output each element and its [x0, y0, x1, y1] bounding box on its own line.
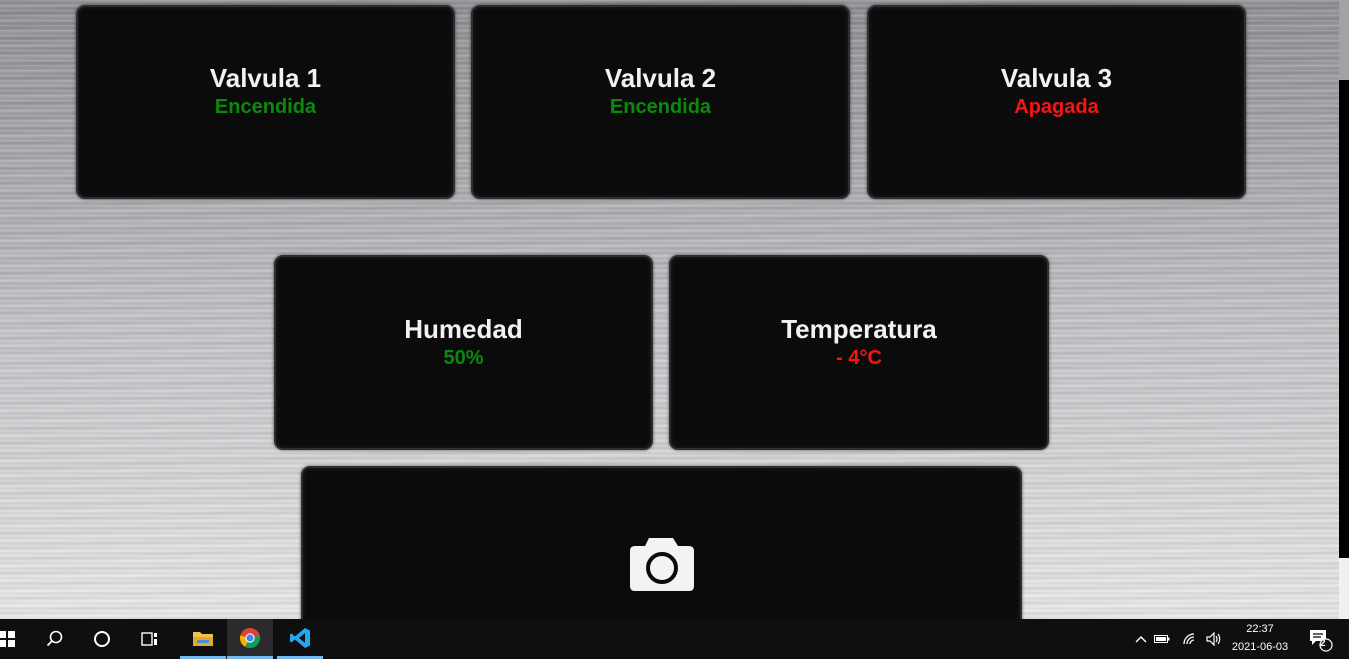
valve-2-title: Valvula 2 — [604, 63, 717, 93]
battery-icon[interactable] — [1150, 619, 1174, 659]
cortana-icon[interactable] — [79, 619, 125, 659]
file-explorer-icon[interactable] — [180, 619, 226, 659]
temperature-title: Temperatura — [781, 313, 937, 344]
valve-1-status: Encendida — [214, 96, 317, 118]
volume-icon[interactable] — [1202, 619, 1226, 659]
camera-icon[interactable] — [629, 534, 695, 596]
valve-2-status: Encendida — [609, 96, 712, 118]
valve-3-title: Valvula 3 — [1000, 63, 1113, 93]
clock-date[interactable]: 2021-06-03 — [1228, 641, 1292, 653]
clock-time[interactable]: 22:37 — [1228, 623, 1292, 635]
windows-start-icon[interactable] — [0, 619, 30, 659]
wifi-icon[interactable] — [1178, 619, 1202, 659]
humidity-title: Humedad — [404, 313, 523, 344]
camera-card[interactable] — [301, 466, 1022, 636]
notification-count: 2 — [1320, 638, 1326, 649]
temperature-value: - 4°C — [836, 346, 882, 369]
scrollbar-thumb[interactable] — [1339, 80, 1349, 558]
valve-1-title: Valvula 1 — [209, 63, 322, 93]
valve-3-card[interactable]: Valvula 3 Apagada — [867, 5, 1246, 199]
valve-2-card[interactable]: Valvula 2 Encendida — [471, 5, 850, 199]
humidity-value: 50% — [443, 346, 484, 369]
taskbar: 22:37 2021-06-03 2 — [0, 619, 1349, 659]
task-view-icon[interactable] — [127, 619, 173, 659]
scrollbar-track-top — [1339, 0, 1349, 80]
search-icon[interactable] — [32, 619, 78, 659]
valve-3-status: Apagada — [1014, 96, 1099, 118]
notification-icon[interactable]: 2 — [1300, 619, 1340, 659]
valve-1-card[interactable]: Valvula 1 Encendida — [76, 5, 455, 199]
vscode-icon[interactable] — [277, 619, 323, 659]
humidity-card: Humedad 50% — [274, 255, 653, 450]
page-scrollbar[interactable] — [1339, 0, 1349, 619]
chrome-icon[interactable] — [227, 619, 273, 659]
temperature-card: Temperatura - 4°C — [669, 255, 1049, 450]
